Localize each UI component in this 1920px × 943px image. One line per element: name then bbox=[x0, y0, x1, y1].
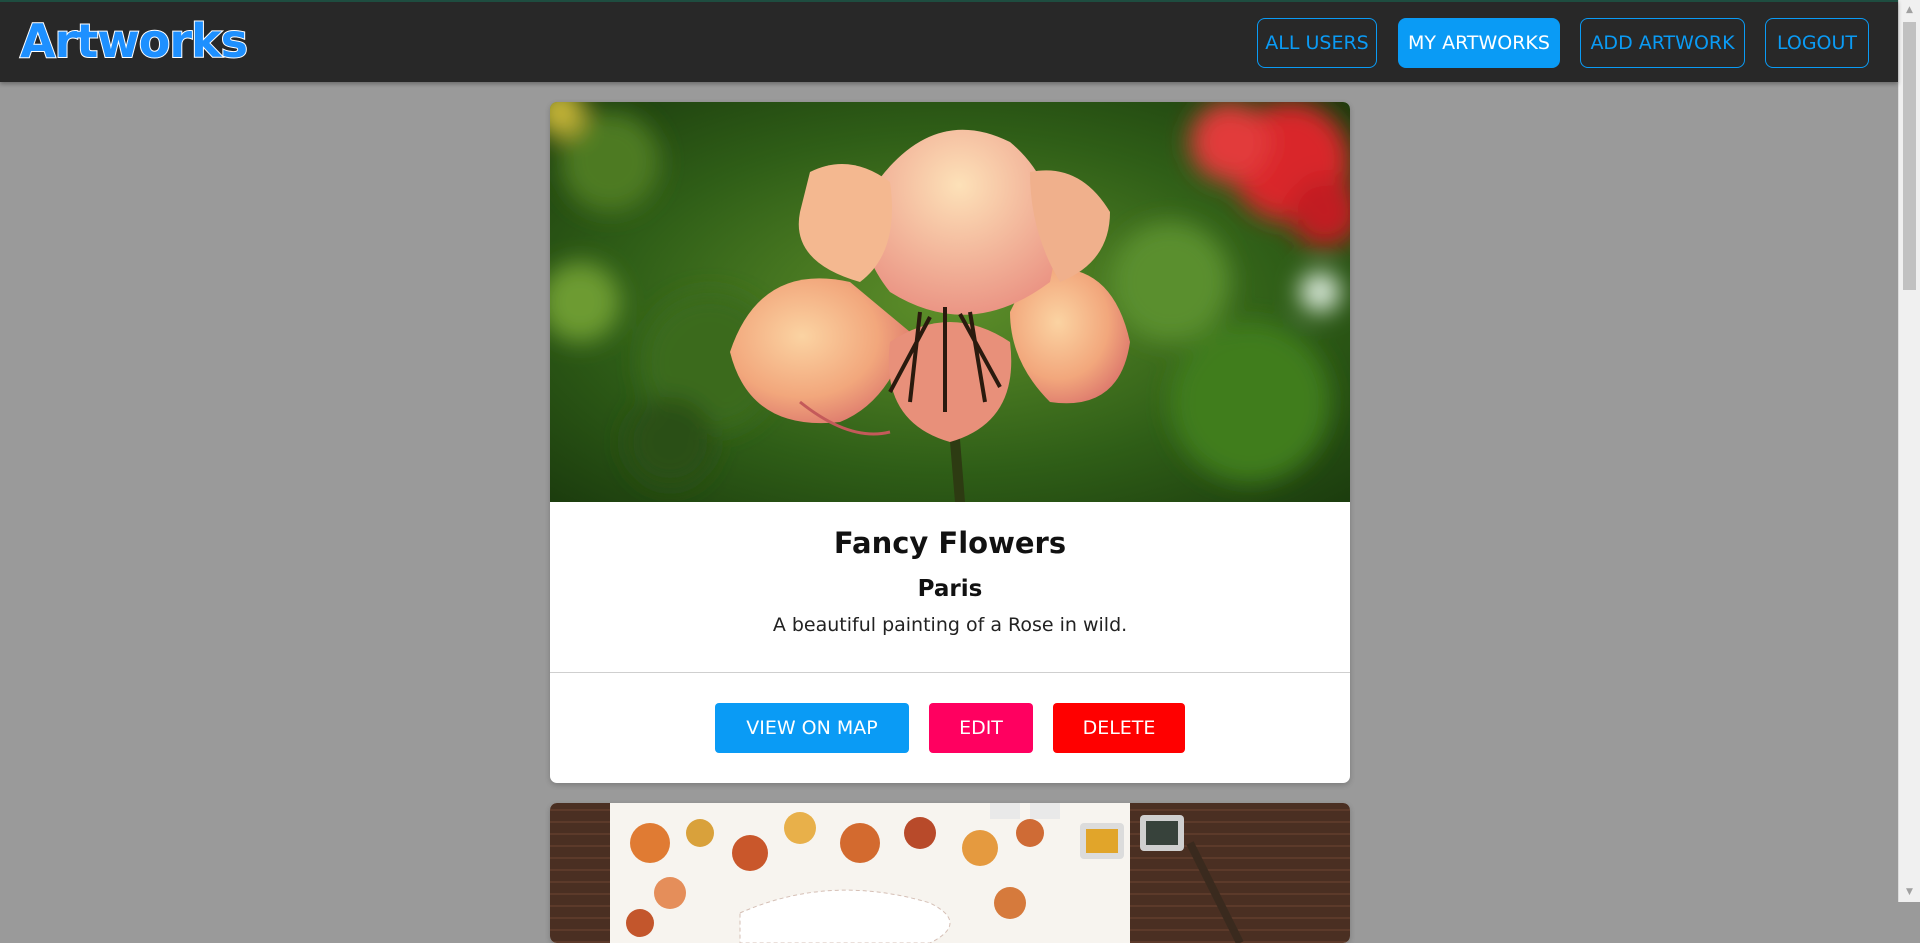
delete-button[interactable]: DELETE bbox=[1053, 703, 1185, 753]
edit-button[interactable]: EDIT bbox=[929, 703, 1033, 753]
artwork-card bbox=[550, 803, 1350, 943]
app-logo[interactable]: Artworks bbox=[19, 15, 249, 67]
nav-all-users-button[interactable]: ALL USERS bbox=[1257, 18, 1377, 68]
nav-logout-button[interactable]: LOGOUT bbox=[1765, 18, 1869, 68]
artwork-image bbox=[550, 102, 1350, 502]
scroll-down-arrow-icon[interactable]: ▼ bbox=[1899, 882, 1920, 902]
top-navbar: Artworks ALL USERS MY ARTWORKS ADD ARTWO… bbox=[0, 0, 1898, 82]
artwork-card: Fancy Flowers Paris A beautiful painting… bbox=[550, 102, 1350, 783]
artwork-image bbox=[550, 803, 1350, 943]
page-scrollbar[interactable]: ▲ ▼ bbox=[1898, 0, 1920, 902]
nav-my-artworks-button[interactable]: MY ARTWORKS bbox=[1398, 18, 1560, 68]
artwork-title: Fancy Flowers bbox=[833, 526, 1067, 560]
view-on-map-button[interactable]: VIEW ON MAP bbox=[715, 703, 909, 753]
scroll-up-arrow-icon[interactable]: ▲ bbox=[1899, 0, 1920, 20]
nav-add-artwork-button[interactable]: ADD ARTWORK bbox=[1580, 18, 1745, 68]
card-actions: VIEW ON MAP EDIT DELETE bbox=[550, 673, 1350, 753]
artwork-location: Paris bbox=[917, 576, 983, 602]
artwork-description: A beautiful painting of a Rose in wild. bbox=[772, 614, 1128, 636]
scrollbar-thumb[interactable] bbox=[1903, 22, 1916, 290]
